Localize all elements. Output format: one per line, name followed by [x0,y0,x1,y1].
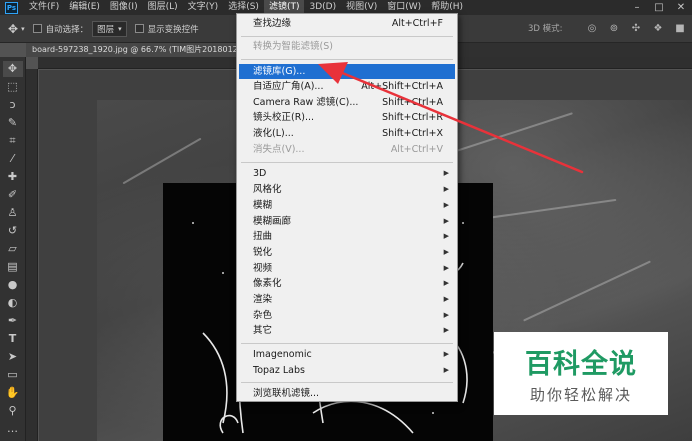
menu-item-blur-gallery[interactable]: 模糊画廊 ▶ [239,214,455,229]
auto-select-dropdown[interactable]: 图层 ▾ [92,20,127,37]
chevron-right-icon: ▶ [443,169,449,177]
zoom-tool-icon[interactable]: ⚲ [3,403,23,419]
auto-select-label: 自动选择： [45,24,89,35]
orbit-icon[interactable]: ◎ [586,23,598,35]
hand-tool-icon[interactable]: ✋ [3,385,23,401]
path-selection-tool-icon[interactable]: ➤ [3,349,23,365]
watermark-title: 百科全说 [525,349,637,380]
photoshop-logo: Ps [5,1,18,14]
menu-item-lens-correction[interactable]: 镜头校正(R)... Shift+Ctrl+R [239,110,455,125]
chalk-streak [122,137,202,185]
scale-icon[interactable]: ■ [674,23,686,35]
chevron-right-icon: ▶ [443,248,449,256]
menu-separator [241,382,453,383]
eyedropper-tool-icon[interactable]: ⁄ [3,151,23,167]
menu-item-imagenomic[interactable]: Imagenomic ▶ [239,347,455,362]
menu-item-3d[interactable]: 3D ▶ [239,166,455,181]
watermark: 百科全说 助你轻松解决 [494,332,668,415]
healing-brush-tool-icon[interactable]: ✚ [3,169,23,185]
menu-separator [241,36,453,37]
auto-select-option[interactable]: 自动选择： 图层 ▾ [32,20,127,37]
slide-icon[interactable]: ❖ [652,23,664,35]
chevron-right-icon: ▶ [443,326,449,334]
maximize-icon[interactable]: □ [648,0,670,15]
filter-menu-dropdown: 查找边缘 Alt+Ctrl+F 转换为智能滤镜(S) 滤镜库(G)... 自适应广… [236,13,458,402]
menu-item-camera-raw[interactable]: Camera Raw 滤镜(C)... Shift+Ctrl+A [239,95,455,110]
show-transform-label: 显示变换控件 [147,24,199,35]
menu-separator [241,59,453,60]
tools-panel: ✥ ⬚ ↄ ✎ ⌗ ⁄ ✚ ✐ ♙ ↺ ▱ ▤ ● ◐ ✒ T ➤ ▭ ✋ ⚲ … [0,57,26,441]
menu-item-distort[interactable]: 扭曲 ▶ [239,229,455,244]
chevron-right-icon: ▶ [443,295,449,303]
chevron-down-icon: ▾ [118,24,122,33]
quick-select-tool-icon[interactable]: ✎ [3,115,23,131]
menu-item-browse-online-filters[interactable]: 浏览联机滤镜... [239,386,455,401]
menu-item-convert-smart-filter[interactable]: 转换为智能滤镜(S) [239,39,455,54]
minimize-icon[interactable]: – [626,0,648,15]
menu-item-render[interactable]: 渲染 ▶ [239,292,455,307]
chevron-right-icon: ▶ [443,201,449,209]
menu-item-other[interactable]: 其它 ▶ [239,323,455,338]
brush-tool-icon[interactable]: ✐ [3,187,23,203]
menu-item-blur[interactable]: 模糊 ▶ [239,198,455,213]
close-icon[interactable]: ✕ [670,0,692,15]
chevron-right-icon: ▶ [443,311,449,319]
chevron-right-icon: ▶ [443,279,449,287]
chevron-right-icon: ▶ [443,366,449,374]
chevron-right-icon: ▶ [443,232,449,240]
crop-tool-icon[interactable]: ⌗ [3,133,23,149]
auto-select-checkbox[interactable] [32,24,42,33]
menu-edit[interactable]: 编辑(E) [64,0,105,15]
menu-item-find-edges[interactable]: 查找边缘 Alt+Ctrl+F [239,16,455,31]
menu-item-stylize[interactable]: 风格化 ▶ [239,182,455,197]
chevron-right-icon: ▶ [443,264,449,272]
clone-stamp-tool-icon[interactable]: ♙ [3,205,23,221]
menu-item-noise[interactable]: 杂色 ▶ [239,308,455,323]
blur-tool-icon[interactable]: ● [3,277,23,293]
3d-mode-tools: ◎ ⊚ ✣ ❖ ■ [586,15,686,43]
type-tool-icon[interactable]: T [3,331,23,347]
ruler-left [26,69,38,441]
menu-item-liquify[interactable]: 液化(L)... Shift+Ctrl+X [239,126,455,141]
menu-image[interactable]: 图像(I) [105,0,143,15]
roll-icon[interactable]: ⊚ [608,23,620,35]
menu-file[interactable]: 文件(F) [24,0,64,15]
marquee-tool-icon[interactable]: ⬚ [3,79,23,95]
show-transform-option[interactable]: 显示变换控件 [134,23,199,35]
menu-separator [241,162,453,163]
move-tool-icon[interactable]: ✥ [2,61,23,77]
chalk-streak [523,260,651,322]
drag-icon[interactable]: ✣ [630,23,642,35]
chevron-right-icon: ▶ [443,185,449,193]
history-brush-tool-icon[interactable]: ↺ [3,223,23,239]
gradient-tool-icon[interactable]: ▤ [3,259,23,275]
menu-type[interactable]: 文字(Y) [183,0,224,15]
menu-item-filter-gallery[interactable]: 滤镜库(G)... [239,64,455,79]
shape-tool-icon[interactable]: ▭ [3,367,23,383]
menu-layer[interactable]: 图层(L) [143,0,183,15]
move-icon: ✥ [8,21,19,36]
menu-item-sharpen[interactable]: 锐化 ▶ [239,245,455,260]
pen-tool-icon[interactable]: ✒ [3,313,23,329]
menu-item-adaptive-wide-angle[interactable]: 自适应广角(A)... Alt+Shift+Ctrl+A [239,79,455,94]
chevron-right-icon: ▶ [443,217,449,225]
show-transform-checkbox[interactable] [134,24,144,33]
dodge-tool-icon[interactable]: ◐ [3,295,23,311]
menu-item-video[interactable]: 视频 ▶ [239,261,455,276]
lasso-tool-icon[interactable]: ↄ [3,97,23,113]
eraser-tool-icon[interactable]: ▱ [3,241,23,257]
watermark-subtitle: 助你轻松解决 [529,386,632,404]
auto-select-value: 图层 [97,24,115,35]
document-tab[interactable]: board-597238_1920.jpg @ 66.7% (TIM图片2018… [26,43,238,57]
menu-item-topaz-labs[interactable]: Topaz Labs ▶ [239,363,455,378]
menu-separator [241,343,453,344]
more-tools-icon[interactable]: … [3,421,23,437]
move-tool-preset[interactable]: ✥ ▾ [8,22,25,36]
mode-3d-label: 3D 模式: [528,24,563,34]
menu-item-vanishing-point[interactable]: 消失点(V)... Alt+Ctrl+V [239,142,455,157]
window-controls: – □ ✕ [626,0,692,15]
chevron-right-icon: ▶ [443,350,449,358]
menu-item-pixelate[interactable]: 像素化 ▶ [239,276,455,291]
